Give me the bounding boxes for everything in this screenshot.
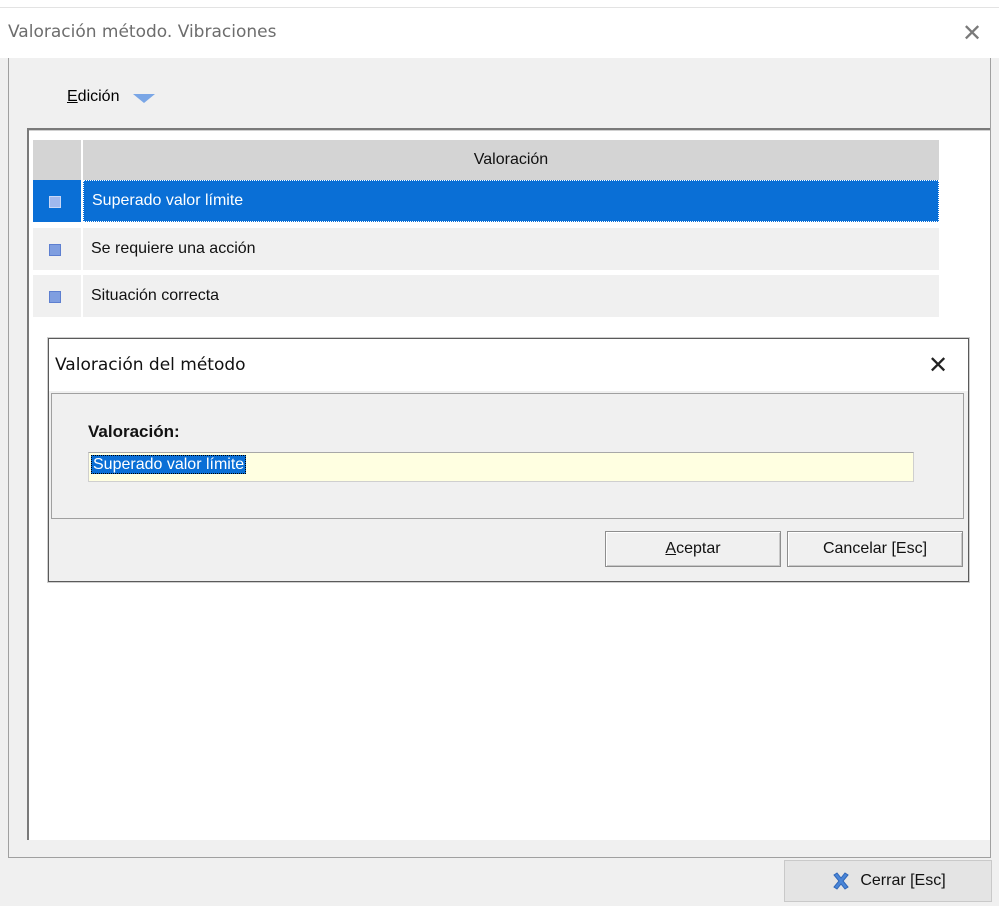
edicion-menu-label: dición — [77, 88, 120, 105]
close-icon[interactable]: ✕ — [957, 20, 987, 46]
grid-corner-cell — [33, 140, 83, 180]
aceptar-label: ceptar — [676, 540, 721, 557]
aceptar-mnemonic: A — [665, 540, 677, 557]
row-indicator[interactable] — [33, 228, 83, 270]
valoracion-input-value: Superado valor límite — [91, 455, 247, 474]
square-icon — [49, 196, 61, 208]
window-top-border — [0, 0, 999, 8]
edicion-menu-mnemonic: E — [67, 88, 78, 105]
aceptar-button[interactable]: Aceptar — [605, 531, 781, 567]
window-titlebar[interactable]: Valoración método. Vibraciones ✕ — [0, 8, 999, 58]
cerrar-label: Cerrar [Esc] — [860, 872, 946, 889]
cerrar-button[interactable]: Cerrar [Esc] — [784, 860, 992, 902]
valoracion-label: Valoración: — [88, 422, 180, 441]
table-cell[interactable]: Situación correcta — [83, 275, 939, 317]
table-row[interactable]: Situación correcta — [33, 275, 939, 317]
valoracion-input[interactable]: Superado valor límite — [88, 452, 914, 482]
column-header-valoracion[interactable]: Valoración — [83, 140, 939, 180]
valoracion-dialog: Valoración del método ✕ Valoración: Supe… — [48, 338, 969, 582]
menubar: Edición — [9, 58, 990, 126]
cancelar-button[interactable]: Cancelar [Esc] — [787, 531, 963, 567]
row-indicator[interactable] — [33, 275, 83, 317]
table-row[interactable]: Se requiere una acción — [33, 228, 939, 270]
table-cell[interactable]: Superado valor límite — [83, 180, 939, 222]
blue-x-icon — [833, 872, 850, 890]
edicion-menu[interactable]: Edición — [67, 88, 156, 106]
close-icon[interactable]: ✕ — [921, 350, 955, 380]
dialog-title: Valoración del método — [55, 355, 246, 375]
window-title: Valoración método. Vibraciones — [8, 22, 277, 42]
triangle-down-icon[interactable] — [133, 94, 156, 103]
dialog-body: Valoración: Superado valor límite — [51, 393, 964, 519]
main-window: Valoración método. Vibraciones ✕ Edición… — [0, 0, 999, 906]
grid-header: Valoración — [33, 140, 939, 180]
square-icon — [49, 244, 61, 256]
table-cell[interactable]: Se requiere una acción — [83, 228, 939, 270]
square-icon — [49, 291, 61, 303]
row-indicator[interactable] — [33, 180, 83, 222]
table-row[interactable]: Superado valor límite — [33, 180, 939, 222]
footer-bar: Cerrar [Esc] — [0, 858, 999, 906]
dialog-titlebar[interactable]: Valoración del método ✕ — [49, 339, 968, 391]
